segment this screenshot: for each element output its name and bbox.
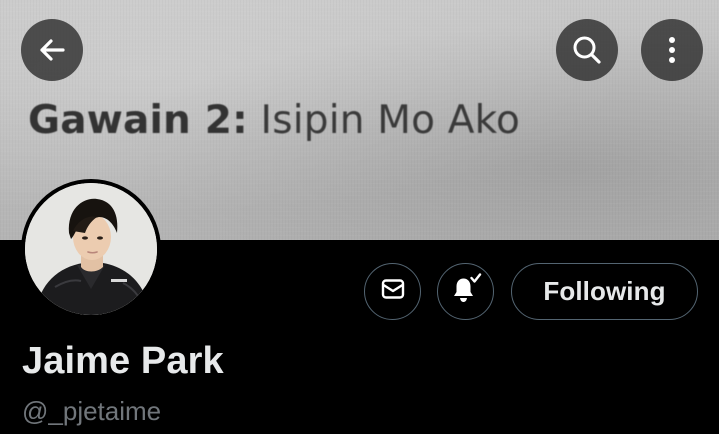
back-button[interactable] bbox=[21, 19, 83, 81]
message-button[interactable] bbox=[364, 263, 421, 320]
avatar[interactable] bbox=[21, 179, 161, 319]
following-button[interactable]: Following bbox=[511, 263, 698, 320]
bell-check-icon bbox=[449, 273, 483, 310]
search-button[interactable] bbox=[556, 19, 618, 81]
user-handle: @_pjetaime bbox=[22, 396, 162, 426]
profile-screen: Gawain 2: Isipin Mo Ako Following Jaime … bbox=[0, 0, 719, 434]
mail-icon bbox=[380, 276, 406, 307]
more-vertical-icon bbox=[667, 35, 677, 65]
display-name: Jaime Park bbox=[22, 340, 224, 382]
banner-caption-bold: Gawain 2: bbox=[28, 98, 248, 143]
avatar-photo bbox=[25, 183, 157, 315]
banner-caption: Gawain 2: Isipin Mo Ako bbox=[28, 98, 520, 143]
following-label: Following bbox=[543, 276, 666, 306]
more-options-button[interactable] bbox=[641, 19, 703, 81]
search-icon bbox=[571, 34, 603, 66]
notifications-button[interactable] bbox=[437, 263, 494, 320]
arrow-left-icon bbox=[37, 35, 67, 65]
banner-caption-rest: Isipin Mo Ako bbox=[247, 98, 521, 143]
